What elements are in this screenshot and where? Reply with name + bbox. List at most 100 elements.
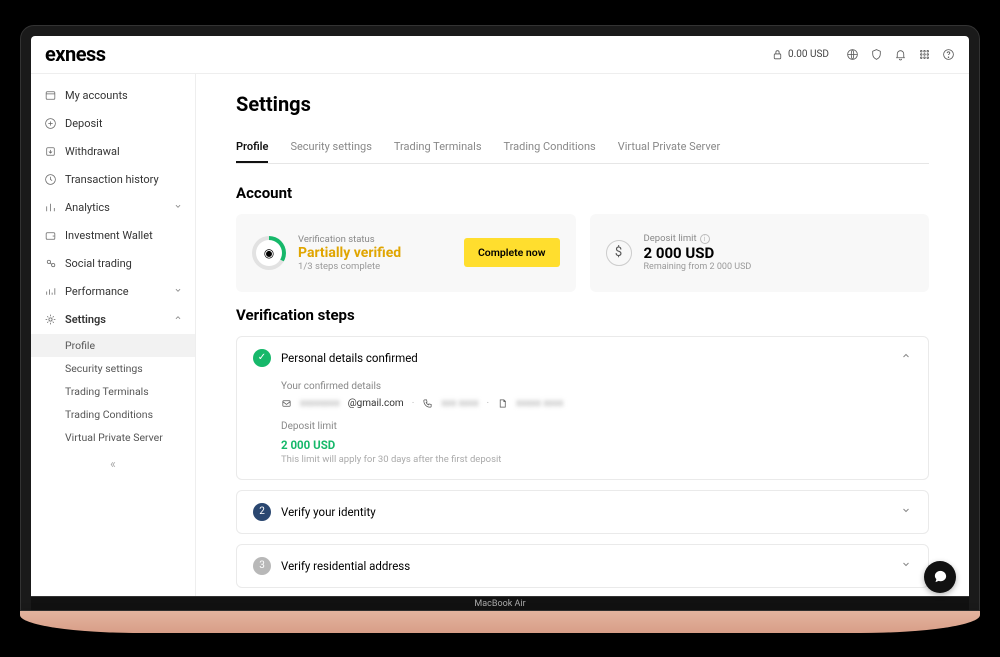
sidebar-item-analytics[interactable]: Analytics <box>31 194 195 222</box>
balance-pill[interactable]: 0.00 USD <box>764 45 835 63</box>
withdrawal-icon <box>43 145 57 159</box>
lock-icon <box>770 47 784 61</box>
performance-icon <box>43 285 57 299</box>
sidebar-item-label: Deposit <box>65 117 102 130</box>
verification-status-card: ◉ Verification status Partially verified… <box>236 214 576 292</box>
complete-now-button[interactable]: Complete now <box>464 238 560 267</box>
chevron-down-icon <box>173 201 183 214</box>
sidebar-sub-profile[interactable]: Profile <box>31 334 195 357</box>
sidebar-item-label: Withdrawal <box>65 145 120 158</box>
deposit-icon <box>43 117 57 131</box>
chevron-down-icon <box>900 504 912 519</box>
sidebar-item-settings[interactable]: Settings <box>31 306 195 334</box>
tab-profile[interactable]: Profile <box>236 132 268 163</box>
verification-step-3-header[interactable]: 3 Verify residential address <box>237 545 928 587</box>
verification-status-progress: 1/3 steps complete <box>298 261 401 272</box>
topbar-actions: 0.00 USD <box>764 45 955 63</box>
phone-masked: xxx xxxx <box>441 398 478 409</box>
step-number-icon: 3 <box>253 557 271 575</box>
accounts-icon <box>43 89 57 103</box>
verification-step-1-title: Personal details confirmed <box>281 351 418 365</box>
topbar: exness 0.00 USD <box>31 36 969 74</box>
email-domain: @gmail.com <box>348 398 404 409</box>
tab-trading-conditions[interactable]: Trading Conditions <box>504 132 596 163</box>
verification-step-3-title: Verify residential address <box>281 559 410 573</box>
verification-step-1-body: Your confirmed details xxxxxxxx @gmail.co… <box>237 379 928 479</box>
deposit-limit-remaining: Remaining from 2 000 USD <box>644 262 752 272</box>
social-icon <box>43 257 57 271</box>
step-number-icon: 2 <box>253 503 271 521</box>
page-title: Settings <box>236 92 929 116</box>
verification-step-2: 2 Verify your identity <box>236 490 929 534</box>
verification-status-title: Partially verified <box>298 245 401 261</box>
device-label: MacBook Air <box>474 599 525 609</box>
sidebar-item-label: Social trading <box>65 257 132 270</box>
deposit-limit-card: $ Deposit limiti 2 000 USD Remaining fro… <box>590 214 930 292</box>
tab-trading-terminals[interactable]: Trading Terminals <box>394 132 482 163</box>
gear-icon <box>43 313 57 327</box>
chevron-down-icon <box>900 558 912 573</box>
shield-icon[interactable] <box>869 47 883 61</box>
sidebar-sub-trading-terminals[interactable]: Trading Terminals <box>31 380 195 403</box>
step1-deposit-limit-note: This limit will apply for 30 days after … <box>281 454 912 465</box>
wallet-icon <box>43 229 57 243</box>
deposit-limit-label: Deposit limiti <box>644 233 752 244</box>
verification-status-label: Verification status <box>298 234 401 245</box>
bell-icon[interactable] <box>893 47 907 61</box>
sidebar-item-label: Settings <box>65 313 106 326</box>
verification-step-3: 3 Verify residential address <box>236 544 929 588</box>
sidebar-item-deposit[interactable]: Deposit <box>31 110 195 138</box>
sidebar-item-label: Investment Wallet <box>65 229 153 242</box>
document-masked: xxxxx xxxx <box>516 398 563 409</box>
globe-icon[interactable] <box>845 47 859 61</box>
logo: exness <box>45 42 106 66</box>
confirmed-details-label: Your confirmed details <box>281 381 912 392</box>
sidebar-item-transaction-history[interactable]: Transaction history <box>31 166 195 194</box>
confirmed-details-row: xxxxxxxx@gmail.com · xxx xxxx · xxxxx xx… <box>281 398 912 409</box>
chevron-up-icon <box>900 350 912 365</box>
sidebar-item-my-accounts[interactable]: My accounts <box>31 82 195 110</box>
verification-step-2-title: Verify your identity <box>281 505 376 519</box>
verification-steps-heading: Verification steps <box>236 306 929 324</box>
sidebar-item-label: Transaction history <box>65 173 159 186</box>
verification-step-1-header[interactable]: ✓ Personal details confirmed <box>237 337 928 379</box>
main-content: Settings Profile Security settings Tradi… <box>196 74 969 596</box>
verification-step-2-header[interactable]: 2 Verify your identity <box>237 491 928 533</box>
step1-deposit-limit-amount: 2 000 USD <box>281 438 912 452</box>
chat-fab[interactable] <box>924 561 956 593</box>
sidebar-item-label: Analytics <box>65 201 110 214</box>
dollar-icon: $ <box>606 240 632 266</box>
sidebar-item-withdrawal[interactable]: Withdrawal <box>31 138 195 166</box>
analytics-icon <box>43 201 57 215</box>
sidebar-sub-trading-conditions[interactable]: Trading Conditions <box>31 403 195 426</box>
sidebar-item-label: My accounts <box>65 89 128 102</box>
apps-icon[interactable] <box>917 47 931 61</box>
check-icon: ✓ <box>253 349 271 367</box>
chat-icon <box>933 569 948 584</box>
collapse-sidebar-button[interactable]: « <box>31 449 195 479</box>
sidebar-item-investment-wallet[interactable]: Investment Wallet <box>31 222 195 250</box>
sidebar-item-social-trading[interactable]: Social trading <box>31 250 195 278</box>
tab-security-settings[interactable]: Security settings <box>290 132 371 163</box>
balance-value: 0.00 USD <box>788 49 829 60</box>
email-masked-prefix: xxxxxxxx <box>300 398 340 409</box>
sidebar: My accounts Deposit Withdrawal Transacti… <box>31 74 196 596</box>
deposit-limit-amount: 2 000 USD <box>644 244 752 262</box>
tabs: Profile Security settings Trading Termin… <box>236 132 929 164</box>
chevron-up-icon <box>173 313 183 326</box>
verification-step-1: ✓ Personal details confirmed Your confir… <box>236 336 929 480</box>
sidebar-sub-security-settings[interactable]: Security settings <box>31 357 195 380</box>
account-heading: Account <box>236 184 929 202</box>
chevron-down-icon <box>173 285 183 298</box>
mail-icon <box>281 398 292 409</box>
help-icon[interactable] <box>941 47 955 61</box>
history-icon <box>43 173 57 187</box>
phone-icon <box>422 398 433 409</box>
sidebar-sub-vps[interactable]: Virtual Private Server <box>31 426 195 449</box>
sidebar-item-performance[interactable]: Performance <box>31 278 195 306</box>
document-icon <box>497 398 508 409</box>
sidebar-item-label: Performance <box>65 285 129 298</box>
info-icon[interactable]: i <box>700 234 710 244</box>
tab-vps[interactable]: Virtual Private Server <box>618 132 720 163</box>
step1-deposit-limit-label: Deposit limit <box>281 421 912 432</box>
